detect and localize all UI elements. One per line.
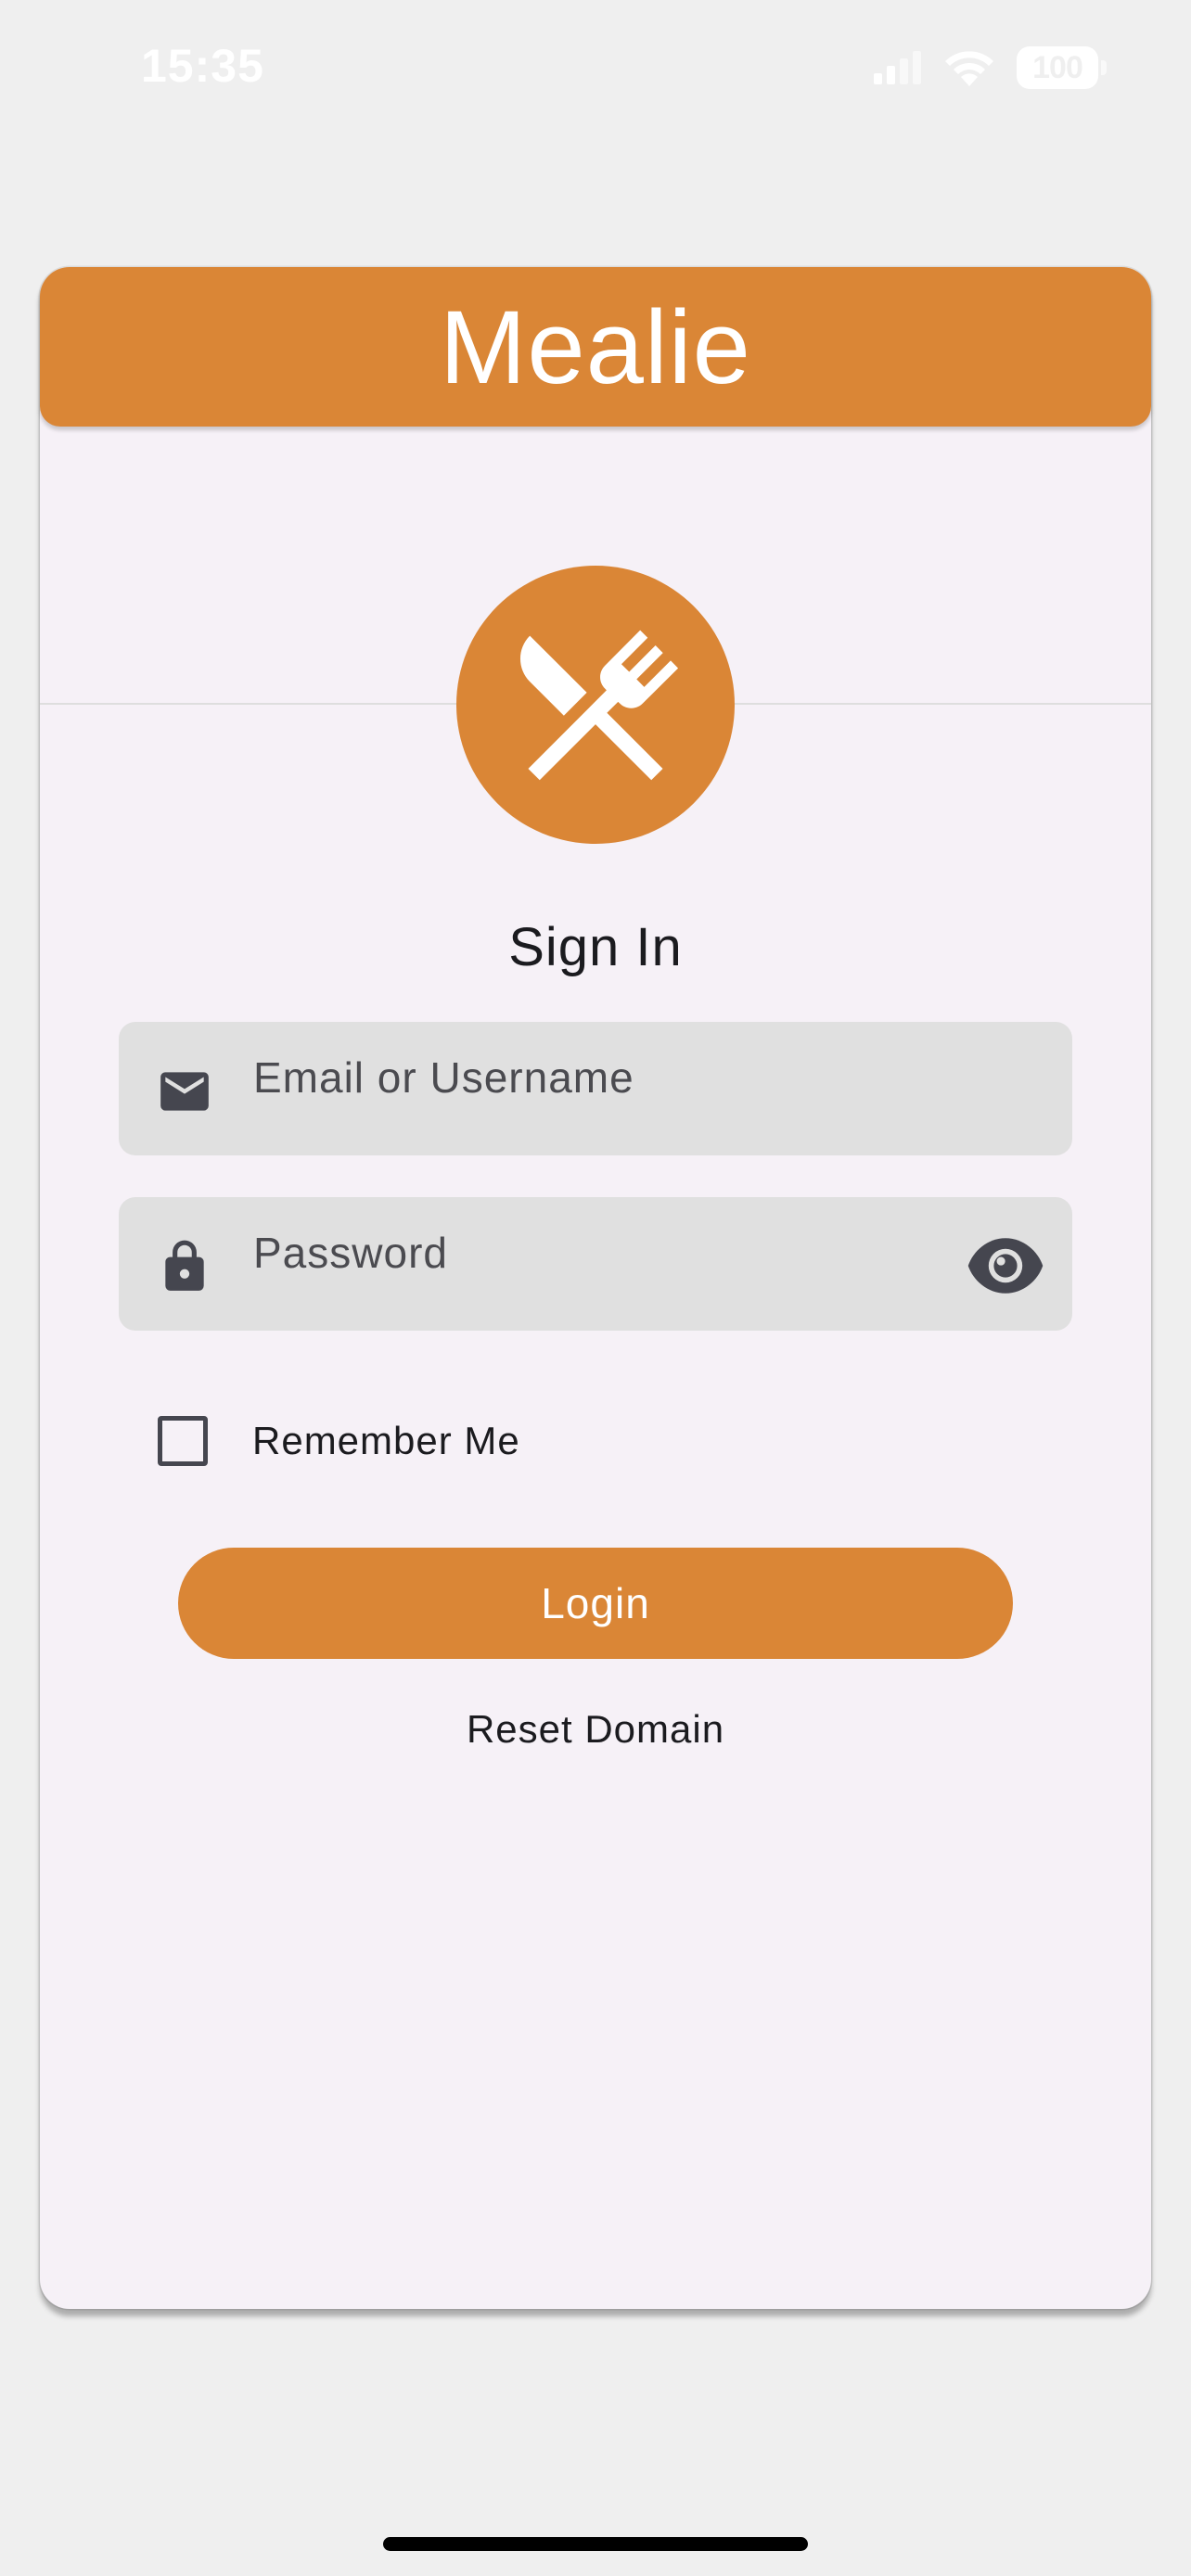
app-title: Mealie <box>440 288 751 405</box>
mail-icon <box>160 1072 209 1111</box>
sign-in-title: Sign In <box>508 917 683 977</box>
password-field[interactable] <box>119 1197 1072 1331</box>
eye-icon[interactable] <box>967 1232 1044 1299</box>
login-card: Mealie Sign In Remember Me Login <box>40 267 1151 2309</box>
remember-me-label[interactable]: Remember Me <box>252 1419 520 1463</box>
cellular-signal-icon <box>874 51 921 84</box>
reset-domain-link[interactable]: Reset Domain <box>40 1707 1151 1752</box>
wifi-icon <box>945 51 993 86</box>
status-icons: 100 <box>872 45 1107 91</box>
email-field[interactable] <box>119 1022 1072 1155</box>
app-header: Mealie <box>40 267 1151 427</box>
lock-icon <box>165 1240 204 1291</box>
status-time: 15:35 <box>141 40 264 92</box>
home-indicator <box>383 2537 808 2551</box>
status-bar: 15:35 100 <box>0 0 1191 139</box>
password-input[interactable] <box>253 1225 958 1281</box>
email-input[interactable] <box>253 1050 958 1105</box>
remember-me-row[interactable]: Remember Me <box>158 1413 520 1469</box>
remember-me-checkbox[interactable] <box>158 1416 208 1466</box>
app-logo <box>456 566 735 844</box>
battery-icon: 100 <box>1017 46 1107 89</box>
login-button[interactable]: Login <box>178 1548 1013 1659</box>
fork-knife-icon <box>519 630 679 781</box>
battery-tip <box>1101 60 1107 75</box>
battery-level: 100 <box>1032 49 1083 85</box>
